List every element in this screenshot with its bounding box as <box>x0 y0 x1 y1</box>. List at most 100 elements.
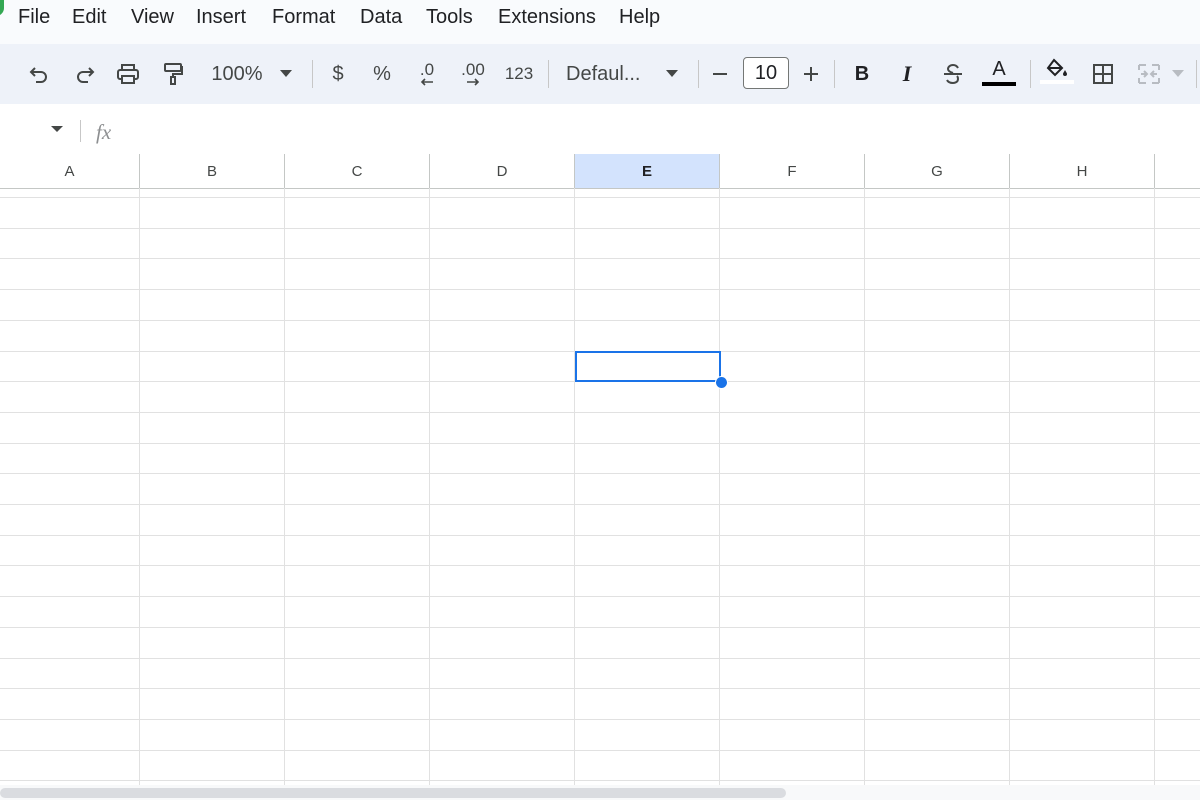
menu-extensions[interactable]: Extensions <box>498 5 596 29</box>
caret-down-icon <box>666 70 678 78</box>
strikethrough-button[interactable] <box>940 58 966 90</box>
zoom-select[interactable]: 100% <box>204 58 270 90</box>
formula-bar: fx <box>0 104 1200 155</box>
zoom-dropdown[interactable] <box>278 58 294 90</box>
merge-dropdown[interactable] <box>1170 58 1186 90</box>
row-gridline <box>0 228 1200 229</box>
caret-down-icon <box>1172 70 1184 78</box>
strikethrough-icon <box>942 63 964 85</box>
italic-button[interactable]: I <box>895 58 919 90</box>
more-formats-button[interactable]: 123 <box>502 58 536 90</box>
row-gridline <box>0 780 1200 781</box>
column-gridline <box>719 188 720 788</box>
decrease-decimal-button[interactable]: .0 <box>412 58 442 90</box>
toolbar-divider <box>548 60 549 88</box>
plus-icon <box>803 66 819 82</box>
row-gridline <box>0 412 1200 413</box>
column-header-h[interactable]: H <box>1010 154 1155 188</box>
fill-handle[interactable] <box>715 376 728 389</box>
horizontal-scrollbar-thumb[interactable] <box>0 788 786 798</box>
row-gridline <box>0 320 1200 321</box>
row-gridline <box>0 443 1200 444</box>
percent-format-button[interactable]: % <box>370 58 394 90</box>
fill-color-button[interactable] <box>1040 58 1074 90</box>
row-gridline <box>0 750 1200 751</box>
italic-label: I <box>902 61 912 86</box>
column-header-g[interactable]: G <box>865 154 1010 188</box>
formula-input[interactable] <box>130 112 1190 146</box>
menu-view[interactable]: View <box>131 5 174 29</box>
row-gridline <box>0 504 1200 505</box>
row-gridline <box>0 473 1200 474</box>
bold-button[interactable]: B <box>850 58 874 90</box>
row-gridline <box>0 535 1200 536</box>
row-gridline <box>0 719 1200 720</box>
column-header-c[interactable]: C <box>285 154 430 188</box>
toolbar-divider <box>1196 60 1197 88</box>
borders-button[interactable] <box>1090 58 1116 90</box>
undo-button[interactable] <box>26 58 52 90</box>
text-color-label: A <box>992 58 1006 80</box>
menu-data[interactable]: Data <box>360 5 402 29</box>
fx-icon: fx <box>96 120 112 144</box>
column-gridline <box>864 188 865 788</box>
column-header-e[interactable]: E <box>575 154 720 188</box>
borders-icon <box>1092 63 1114 85</box>
column-header-d[interactable]: D <box>430 154 575 188</box>
toolbar: 100% $ % .0 .00 123 Defaul... 10 B I A <box>0 44 1200 104</box>
name-box-dropdown-icon[interactable] <box>51 126 63 132</box>
print-button[interactable] <box>114 58 142 90</box>
row-gridline <box>0 197 1200 198</box>
toolbar-divider <box>312 60 313 88</box>
increase-decimal-button[interactable]: .00 <box>456 58 490 90</box>
menu-insert[interactable]: Insert <box>196 5 246 29</box>
column-gridline <box>1154 188 1155 788</box>
row-gridline <box>0 258 1200 259</box>
currency-format-button[interactable]: $ <box>326 58 350 90</box>
decrease-font-size-button[interactable] <box>708 58 732 90</box>
app-logo-edge <box>0 0 4 16</box>
redo-icon <box>75 64 95 84</box>
column-header-f[interactable]: F <box>720 154 865 188</box>
paint-format-button[interactable] <box>160 58 186 90</box>
caret-down-icon <box>280 70 292 78</box>
increase-font-size-button[interactable] <box>799 58 823 90</box>
row-gridline <box>0 289 1200 290</box>
menu-format[interactable]: Format <box>272 5 335 29</box>
font-dropdown[interactable] <box>664 58 680 90</box>
more-formats-label: 123 <box>504 64 534 83</box>
column-header-a[interactable]: A <box>0 154 140 188</box>
row-gridline <box>0 658 1200 659</box>
selected-cell[interactable] <box>575 351 721 382</box>
fill-color-icon <box>1045 58 1069 78</box>
bold-label: B <box>854 62 870 85</box>
menu-tools[interactable]: Tools <box>426 5 473 29</box>
font-size-input[interactable]: 10 <box>743 57 789 89</box>
menu-edit[interactable]: Edit <box>72 5 106 29</box>
print-icon <box>116 63 140 85</box>
fill-color-swatch <box>1040 80 1074 84</box>
menu-bar: File Edit View Insert Format Data Tools … <box>0 0 1200 44</box>
arrow-left-icon <box>419 78 435 86</box>
minus-icon <box>712 66 728 82</box>
font-select[interactable]: Defaul... <box>566 58 650 90</box>
text-color-swatch <box>982 82 1016 86</box>
column-gridline <box>574 188 575 788</box>
menu-file[interactable]: File <box>18 5 50 29</box>
cell-grid[interactable] <box>0 188 1200 788</box>
column-gridline <box>284 188 285 788</box>
row-gridline <box>0 565 1200 566</box>
menu-help[interactable]: Help <box>619 5 660 29</box>
decrease-decimal-label: .0 <box>419 60 435 79</box>
column-header-b[interactable]: B <box>140 154 285 188</box>
redo-button[interactable] <box>72 58 98 90</box>
row-gridline <box>0 688 1200 689</box>
toolbar-divider <box>834 60 835 88</box>
column-header-partial[interactable] <box>1155 154 1200 188</box>
toolbar-divider <box>1030 60 1031 88</box>
merge-cells-button[interactable] <box>1134 58 1164 90</box>
arrow-right-icon <box>465 78 481 86</box>
formula-bar-divider <box>80 120 81 142</box>
increase-decimal-label: .00 <box>461 60 485 79</box>
text-color-button[interactable]: A <box>982 58 1016 90</box>
